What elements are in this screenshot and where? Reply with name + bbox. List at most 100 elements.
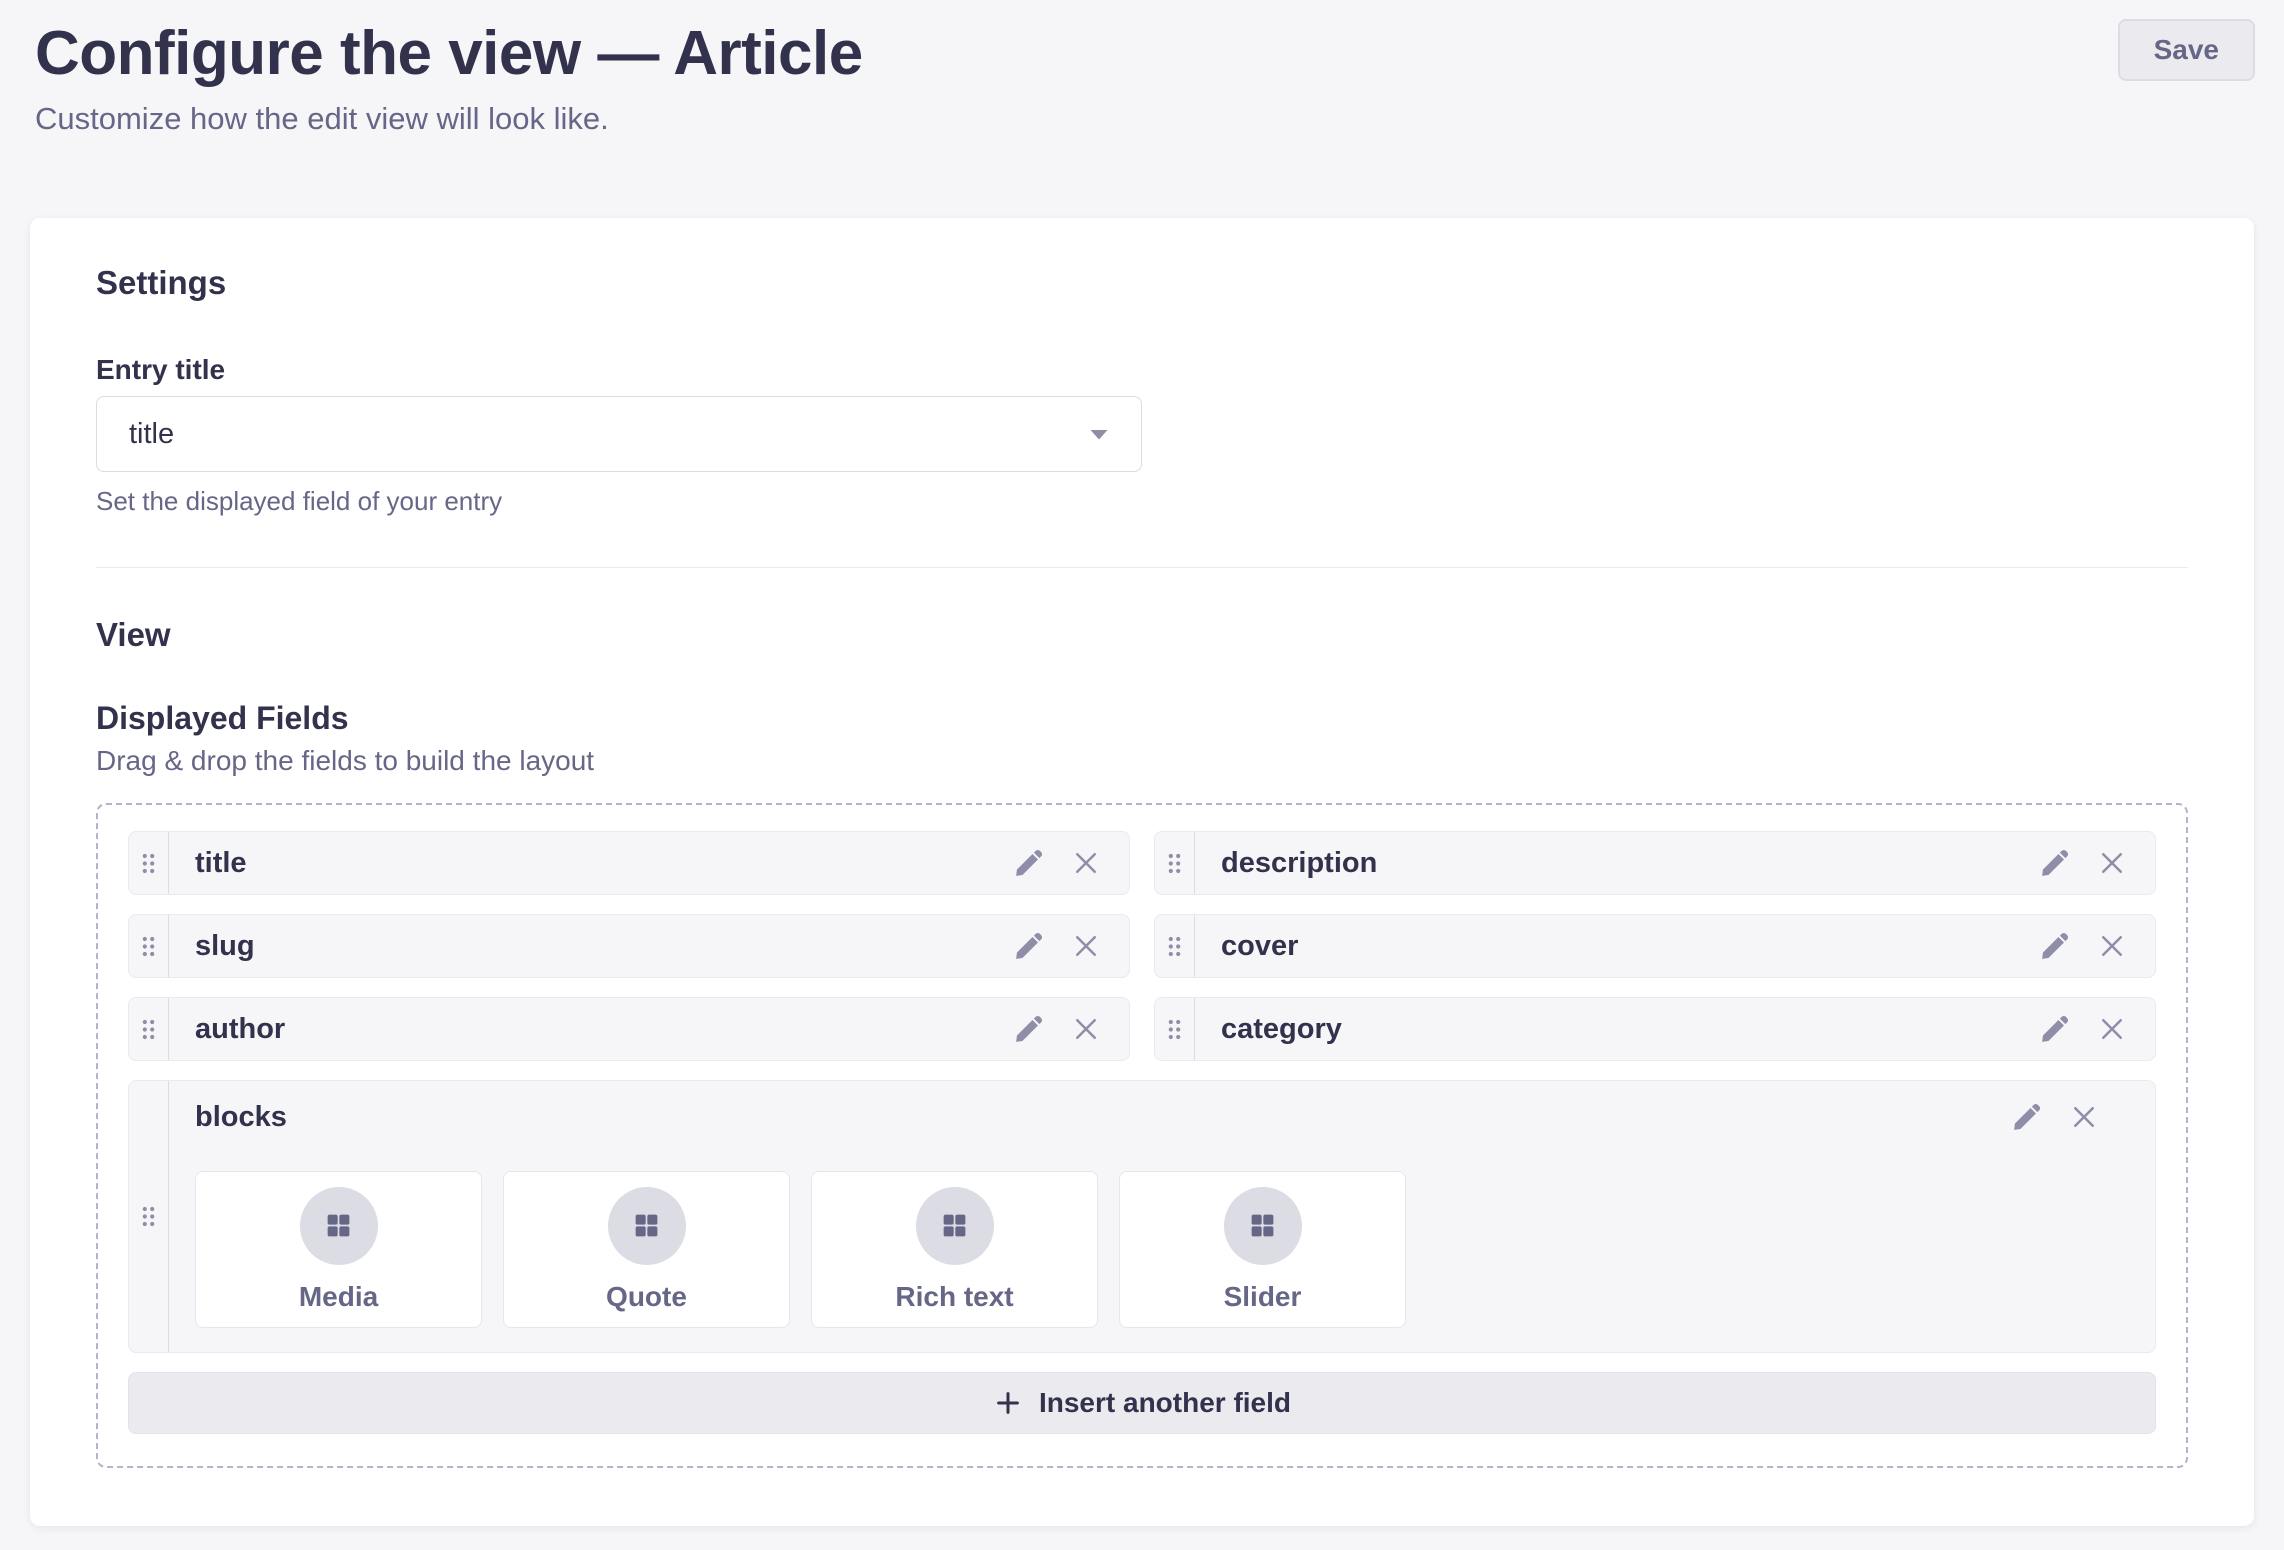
edit-field-button-blocks[interactable]	[2010, 1101, 2043, 1134]
pencil-icon	[1012, 951, 1045, 966]
config-card: Settings Entry title title Set the displ…	[30, 218, 2254, 1526]
pencil-icon	[2038, 868, 2071, 883]
field-actions	[1012, 998, 1129, 1060]
close-icon	[2097, 866, 2127, 881]
entry-title-select[interactable]: title	[96, 396, 1142, 472]
pencil-icon	[2038, 1034, 2071, 1049]
drag-handle[interactable]	[129, 1081, 169, 1352]
insert-field-label: Insert another field	[1039, 1387, 1291, 1419]
drag-handle[interactable]	[129, 915, 169, 977]
edit-field-button-slug[interactable]	[1012, 930, 1045, 963]
drag-handle-icon	[1167, 852, 1182, 875]
pencil-icon	[2010, 1122, 2043, 1137]
remove-field-button-category[interactable]	[2097, 1014, 2127, 1044]
grid-icon	[632, 1211, 661, 1240]
drag-handle-icon	[141, 935, 156, 958]
field-label: description	[1195, 832, 2038, 894]
field-actions	[2038, 915, 2155, 977]
remove-field-button-author[interactable]	[1071, 1014, 1101, 1044]
field-row-description[interactable]: description	[1154, 831, 2156, 895]
component-label: Quote	[606, 1281, 687, 1313]
component-cards: Media Quote Rich text Slider	[195, 1171, 2127, 1328]
page-title: Configure the view — Article	[35, 18, 2255, 89]
edit-field-button-author[interactable]	[1012, 1013, 1045, 1046]
close-icon	[2069, 1120, 2099, 1135]
field-label: category	[1195, 998, 2038, 1060]
component-label: Slider	[1224, 1281, 1302, 1313]
field-label: title	[169, 832, 1012, 894]
view-heading: View	[96, 616, 2188, 654]
entry-title-label: Entry title	[96, 354, 2188, 386]
field-actions	[1012, 832, 1129, 894]
entry-title-hint: Set the displayed field of your entry	[96, 486, 2188, 517]
close-icon	[2097, 949, 2127, 964]
component-card-slider[interactable]: Slider	[1119, 1171, 1406, 1328]
component-field-content: blocks Media Quote Rich text Slider	[169, 1081, 2155, 1352]
grid-icon	[324, 1211, 353, 1240]
plus-icon	[993, 1388, 1023, 1418]
close-icon	[1071, 866, 1101, 881]
drag-handle[interactable]	[129, 832, 169, 894]
edit-field-button-title[interactable]	[1012, 847, 1045, 880]
grid-icon	[940, 1211, 969, 1240]
edit-field-button-category[interactable]	[2038, 1013, 2071, 1046]
displayed-fields-heading: Displayed Fields	[96, 700, 2188, 737]
close-icon	[2097, 1032, 2127, 1047]
grid-icon	[1248, 1211, 1277, 1240]
remove-field-button-slug[interactable]	[1071, 931, 1101, 961]
remove-field-button-description[interactable]	[2097, 848, 2127, 878]
pencil-icon	[1012, 1034, 1045, 1049]
drag-handle[interactable]	[1155, 915, 1195, 977]
component-card-rich-text[interactable]: Rich text	[811, 1171, 1098, 1328]
drag-handle[interactable]	[129, 998, 169, 1060]
save-button[interactable]: Save	[2118, 19, 2255, 81]
entry-title-value: title	[129, 418, 174, 451]
page-header: Configure the view — Article Customize h…	[0, 0, 2284, 150]
settings-heading: Settings	[96, 264, 2188, 302]
remove-field-button-cover[interactable]	[2097, 931, 2127, 961]
field-actions	[2010, 1101, 2127, 1134]
field-row-blocks[interactable]: blocks Media Quote Rich text Slider	[128, 1080, 2156, 1353]
field-row-category[interactable]: category	[1154, 997, 2156, 1061]
remove-field-button-title[interactable]	[1071, 848, 1101, 878]
component-card-media[interactable]: Media	[195, 1171, 482, 1328]
drag-handle-icon	[141, 852, 156, 875]
field-row-author[interactable]: author	[128, 997, 1130, 1061]
edit-field-button-cover[interactable]	[2038, 930, 2071, 963]
component-icon-circle	[1224, 1187, 1302, 1265]
field-actions	[1012, 915, 1129, 977]
insert-field-button[interactable]: Insert another field	[128, 1372, 2156, 1434]
drag-handle-icon	[141, 1018, 156, 1041]
fields-grid: title description slug cover author category b…	[128, 831, 2156, 1353]
fields-drop-zone: title description slug cover author category b…	[96, 803, 2188, 1468]
drag-handle-icon	[141, 1205, 156, 1228]
close-icon	[1071, 1032, 1101, 1047]
component-icon-circle	[300, 1187, 378, 1265]
pencil-icon	[1012, 868, 1045, 883]
field-label: cover	[1195, 915, 2038, 977]
field-row-slug[interactable]: slug	[128, 914, 1130, 978]
displayed-fields-hint: Drag & drop the fields to build the layo…	[96, 745, 2188, 777]
close-icon	[1071, 949, 1101, 964]
edit-field-button-description[interactable]	[2038, 847, 2071, 880]
field-row-cover[interactable]: cover	[1154, 914, 2156, 978]
component-icon-circle	[608, 1187, 686, 1265]
component-label: Rich text	[895, 1281, 1013, 1313]
field-label: slug	[169, 915, 1012, 977]
field-label: blocks	[195, 1101, 287, 1134]
chevron-down-icon	[1087, 422, 1111, 446]
page-subtitle: Customize how the edit view will look li…	[35, 101, 2255, 137]
drag-handle[interactable]	[1155, 998, 1195, 1060]
field-label: author	[169, 998, 1012, 1060]
pencil-icon	[2038, 951, 2071, 966]
remove-field-button-blocks[interactable]	[2069, 1102, 2099, 1132]
field-row-title[interactable]: title	[128, 831, 1130, 895]
section-divider	[96, 567, 2188, 568]
component-label: Media	[299, 1281, 378, 1313]
drag-handle-icon	[1167, 935, 1182, 958]
drag-handle[interactable]	[1155, 832, 1195, 894]
field-actions	[2038, 998, 2155, 1060]
component-icon-circle	[916, 1187, 994, 1265]
component-card-quote[interactable]: Quote	[503, 1171, 790, 1328]
field-actions	[2038, 832, 2155, 894]
